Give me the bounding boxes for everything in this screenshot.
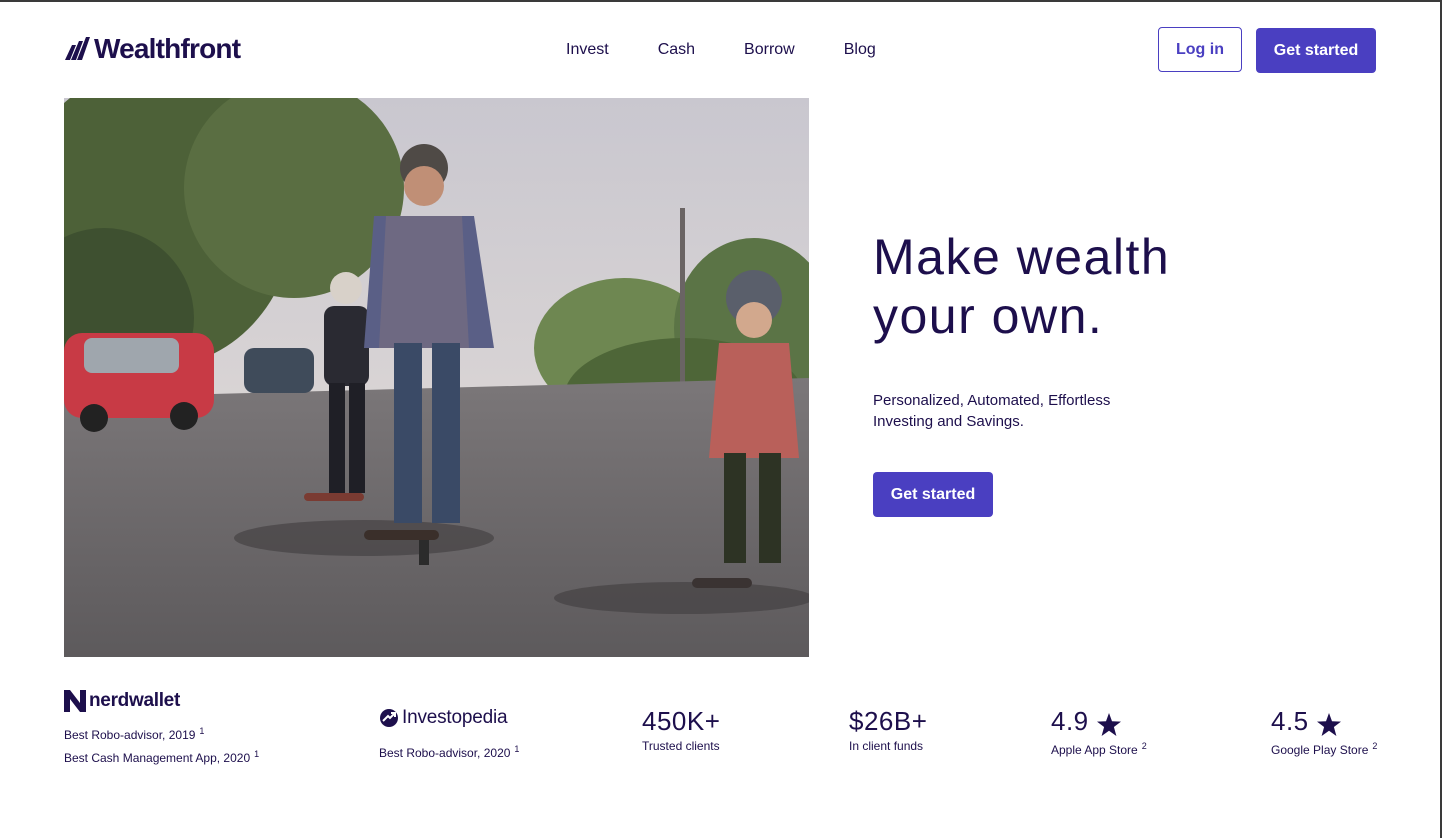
- nerdwallet-award-line-2: Best Cash Management App, 2020 1: [64, 745, 259, 768]
- wealthfront-logo[interactable]: Wealthfront: [64, 33, 241, 64]
- hero-subtitle-line-2: Investing and Savings.: [873, 413, 1024, 430]
- investopedia-award-line-1: Best Robo-advisor, 2020 1: [379, 740, 519, 763]
- nav-borrow[interactable]: Borrow: [744, 41, 795, 59]
- header-get-started-button[interactable]: Get started: [1256, 28, 1376, 73]
- investopedia-award: Investopedia Best Robo-advisor, 2020 1: [379, 706, 519, 763]
- nav-cash[interactable]: Cash: [658, 41, 695, 59]
- nav-invest[interactable]: Invest: [566, 41, 609, 59]
- nerdwallet-award-2-text: Best Cash Management App, 2020: [64, 751, 251, 765]
- wealthfront-logo-icon: [65, 37, 90, 60]
- stat-client-funds: $26B+ In client funds: [849, 706, 927, 754]
- hero-get-started-button[interactable]: Get started: [873, 472, 993, 517]
- stat-label: Apple App Store: [1051, 743, 1138, 757]
- hero-title: Make wealth your own.: [873, 228, 1293, 346]
- brand-name: Wealthfront: [94, 33, 241, 64]
- stat-label: Google Play Store: [1271, 743, 1369, 757]
- nerdwallet-award: nerdwallet Best Robo-advisor, 2019 1 Best…: [64, 688, 259, 768]
- star-icon: [1096, 712, 1121, 736]
- footnote-marker[interactable]: 1: [254, 749, 259, 759]
- footnote-marker[interactable]: 1: [514, 744, 519, 754]
- nerdwallet-award-line-1: Best Robo-advisor, 2019 1: [64, 722, 259, 745]
- nav-blog[interactable]: Blog: [844, 41, 876, 59]
- hero-title-line-1: Make wealth: [873, 229, 1171, 285]
- main-nav: Invest Cash Borrow Blog: [566, 41, 876, 59]
- stat-value: 4.5: [1271, 706, 1309, 736]
- footnote-marker[interactable]: 2: [1142, 741, 1147, 751]
- hero-subtitle-line-1: Personalized, Automated, Effortless: [873, 392, 1111, 409]
- investopedia-logo-icon: [380, 709, 398, 727]
- nerdwallet-logo-text: nerdwallet: [89, 690, 180, 711]
- stat-value: $26B+: [849, 706, 928, 736]
- login-button[interactable]: Log in: [1158, 27, 1242, 72]
- stat-label: In client funds: [849, 739, 924, 753]
- window-frame-top: [0, 0, 1442, 2]
- investopedia-award-1-text: Best Robo-advisor, 2020: [379, 746, 511, 760]
- stat-value-row: 4.9: [1051, 706, 1147, 736]
- stat-label-row: Apple App Store 2: [1051, 738, 1147, 758]
- stat-label: Trusted clients: [642, 739, 720, 753]
- footnote-marker[interactable]: 2: [1372, 741, 1377, 751]
- star-icon: [1316, 712, 1341, 736]
- hero-photo: [64, 98, 809, 657]
- nerdwallet-award-1-text: Best Robo-advisor, 2019: [64, 728, 196, 742]
- stat-value: 4.9: [1051, 706, 1089, 736]
- stat-apple-app-store: 4.9 Apple App Store 2: [1051, 706, 1147, 758]
- stat-label-row: Google Play Store 2: [1271, 738, 1377, 758]
- stat-google-play-store: 4.5 Google Play Store 2: [1271, 706, 1377, 758]
- hero-subtitle: Personalized, Automated, Effortless Inve…: [873, 390, 1133, 432]
- nerdwallet-logo-icon: [64, 690, 86, 712]
- investopedia-logo: Investopedia: [379, 706, 519, 730]
- footnote-marker[interactable]: 1: [199, 726, 204, 736]
- stat-value: 450K+: [642, 706, 721, 736]
- investopedia-logo-text: Investopedia: [402, 707, 508, 728]
- nerdwallet-logo: nerdwallet: [64, 688, 259, 714]
- stat-trusted-clients: 450K+ Trusted clients: [642, 706, 720, 754]
- hero-photo-illustration: [64, 98, 809, 657]
- stat-value-row: 4.5: [1271, 706, 1377, 736]
- hero-title-line-2: your own.: [873, 288, 1104, 344]
